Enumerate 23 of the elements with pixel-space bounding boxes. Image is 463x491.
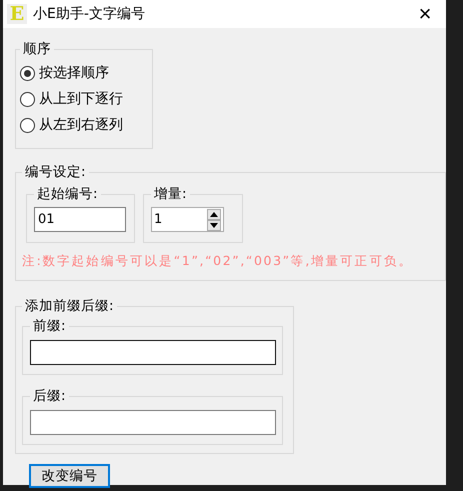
change-numbering-button[interactable]: 改变编号 [29, 464, 110, 488]
group-title: 增量: [153, 185, 188, 203]
increment-spinner[interactable]: 1 [151, 207, 224, 232]
group-title: 前缀: [32, 317, 67, 335]
radio-icon[interactable] [20, 66, 35, 80]
radio-option[interactable]: 按选择顺序 [20, 60, 146, 86]
close-button[interactable]: × [410, 0, 440, 28]
window-title: 小E助手-文字编号 [33, 5, 146, 23]
prefix-field[interactable] [30, 340, 276, 365]
group-title: 后缀: [32, 387, 67, 405]
group-title: 添加前缀后缀: [24, 297, 115, 315]
group-title: 顺序 [22, 40, 52, 58]
radio-option[interactable]: 从上到下逐行 [20, 86, 146, 112]
suffix-field[interactable] [30, 410, 276, 435]
app-logo-icon: E [7, 4, 27, 24]
spinner-arrows-icon[interactable] [207, 208, 221, 230]
radio-icon[interactable] [20, 92, 35, 106]
group-title: 起始编号: [36, 185, 99, 203]
radio-option[interactable]: 从左到右逐列 [20, 112, 146, 138]
group-title: 编号设定: [24, 163, 87, 181]
start-number-field[interactable]: 01 [34, 207, 126, 232]
note-text: 注:数字起始编号可以是“1”,“02”,“003”等,增量可正可负。 [22, 253, 414, 270]
radio-icon[interactable] [20, 118, 35, 132]
